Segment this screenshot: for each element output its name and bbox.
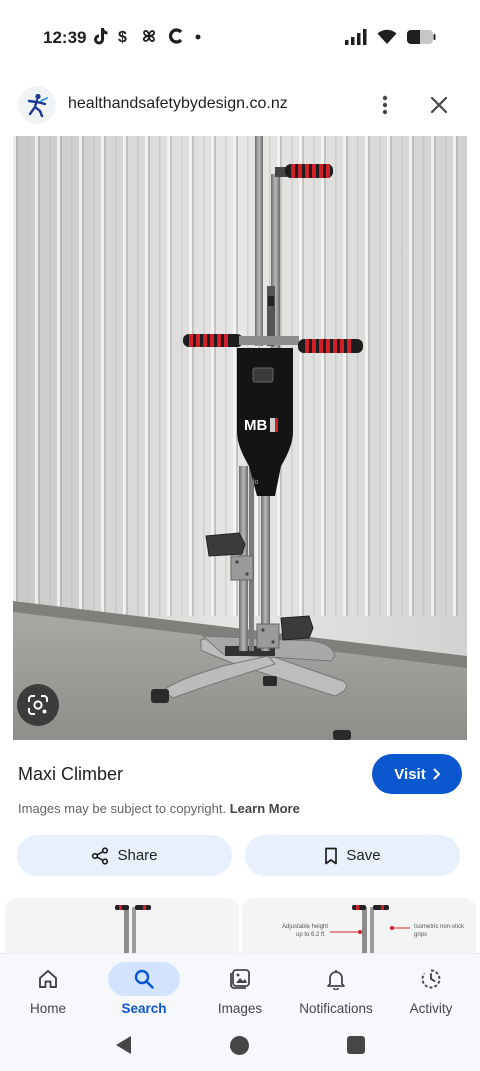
- cashapp-icon: $: [118, 29, 127, 45]
- recent-apps-button[interactable]: [347, 1036, 365, 1054]
- system-navigation-bar: [0, 1023, 480, 1071]
- nav-label: Activity: [409, 1001, 453, 1016]
- related-annotated-thumbnail: Adjustable height up to 6.2 ft Isometric…: [282, 905, 465, 958]
- main-image[interactable]: MB lo: [13, 136, 467, 740]
- site-logo-icon: [27, 93, 48, 118]
- bottom-navigation: Home Search Images Notifications Activit…: [0, 953, 480, 1023]
- nav-icon-container: [12, 962, 84, 996]
- related-image-card[interactable]: Adjustable height up to 6.2 ft Isometric…: [242, 898, 476, 958]
- search-icon: [134, 969, 154, 989]
- annotation-text: grips: [414, 932, 427, 938]
- home-button[interactable]: [230, 1036, 249, 1055]
- status-icons-right: [344, 29, 436, 45]
- share-icon: [92, 846, 109, 865]
- nav-label: Home: [29, 1001, 66, 1016]
- annotation-text: Adjustable height: [282, 924, 328, 930]
- console-brand-text: MB: [244, 417, 267, 434]
- wifi-icon: [377, 29, 397, 44]
- back-icon[interactable]: [113, 1034, 133, 1056]
- nav-label: Images: [217, 1001, 263, 1016]
- battery-icon: [407, 30, 436, 44]
- learn-more-link[interactable]: Learn More: [230, 801, 300, 816]
- maxi-climber-photo: MB lo: [13, 136, 467, 740]
- visit-label: Visit: [394, 765, 426, 783]
- nav-icon-container: [108, 962, 180, 996]
- nav-icon-container: [204, 962, 276, 996]
- bell-icon: [327, 970, 345, 990]
- related-climber-thumbnail: [115, 905, 151, 958]
- nav-item-images[interactable]: Images: [192, 954, 288, 1024]
- more-options-button[interactable]: [372, 92, 398, 118]
- pinwheel-icon: [142, 29, 156, 43]
- svg-text:lo: lo: [253, 479, 259, 486]
- copyright-text: Images may be subject to copyright.: [18, 801, 227, 816]
- google-lens-icon: [28, 695, 48, 715]
- svg-text:$: $: [118, 29, 127, 45]
- related-image-card[interactable]: [5, 898, 239, 958]
- status-time: 12:39: [43, 28, 87, 47]
- images-icon: [230, 969, 250, 989]
- bookmark-icon: [325, 847, 338, 864]
- nav-icon-container: [395, 962, 467, 996]
- google-lens-button[interactable]: [17, 684, 59, 726]
- activity-icon: [421, 969, 441, 989]
- tiktok-icon: [94, 28, 108, 45]
- nav-item-notifications[interactable]: Notifications: [288, 954, 384, 1024]
- site-header: healthandsafetybydesign.co.nz: [0, 74, 480, 136]
- nav-label: Search: [121, 1001, 167, 1016]
- nav-item-activity[interactable]: Activity: [383, 954, 479, 1024]
- home-icon: [39, 970, 57, 988]
- share-label: Share: [117, 847, 158, 864]
- more-vert-icon: [382, 95, 388, 115]
- notification-dot-icon: [195, 34, 201, 40]
- nav-item-home[interactable]: Home: [0, 954, 96, 1024]
- save-label: Save: [346, 847, 381, 864]
- nav-icon-container: [300, 962, 372, 996]
- status-icons-left: $: [92, 27, 202, 45]
- save-button[interactable]: Save: [245, 835, 460, 876]
- site-domain[interactable]: healthandsafetybydesign.co.nz: [68, 95, 288, 113]
- result-title[interactable]: Maxi Climber: [18, 764, 123, 785]
- c-app-icon: [169, 28, 183, 44]
- copyright-notice: Images may be subject to copyright. Lear…: [18, 801, 300, 816]
- signal-icon: [345, 29, 367, 45]
- annotation-text: Isometric non-stick: [414, 924, 465, 930]
- site-logo[interactable]: [18, 86, 56, 124]
- nav-label: Notifications: [299, 1001, 373, 1016]
- close-icon: [430, 96, 448, 114]
- chevron-right-icon: [432, 768, 440, 780]
- annotation-text: up to 6.2 ft: [296, 932, 325, 938]
- status-bar: 12:39 $: [0, 0, 480, 74]
- share-button[interactable]: Share: [17, 835, 232, 876]
- visit-button[interactable]: Visit: [372, 754, 462, 794]
- nav-item-search[interactable]: Search: [96, 954, 192, 1024]
- close-button[interactable]: [426, 92, 452, 118]
